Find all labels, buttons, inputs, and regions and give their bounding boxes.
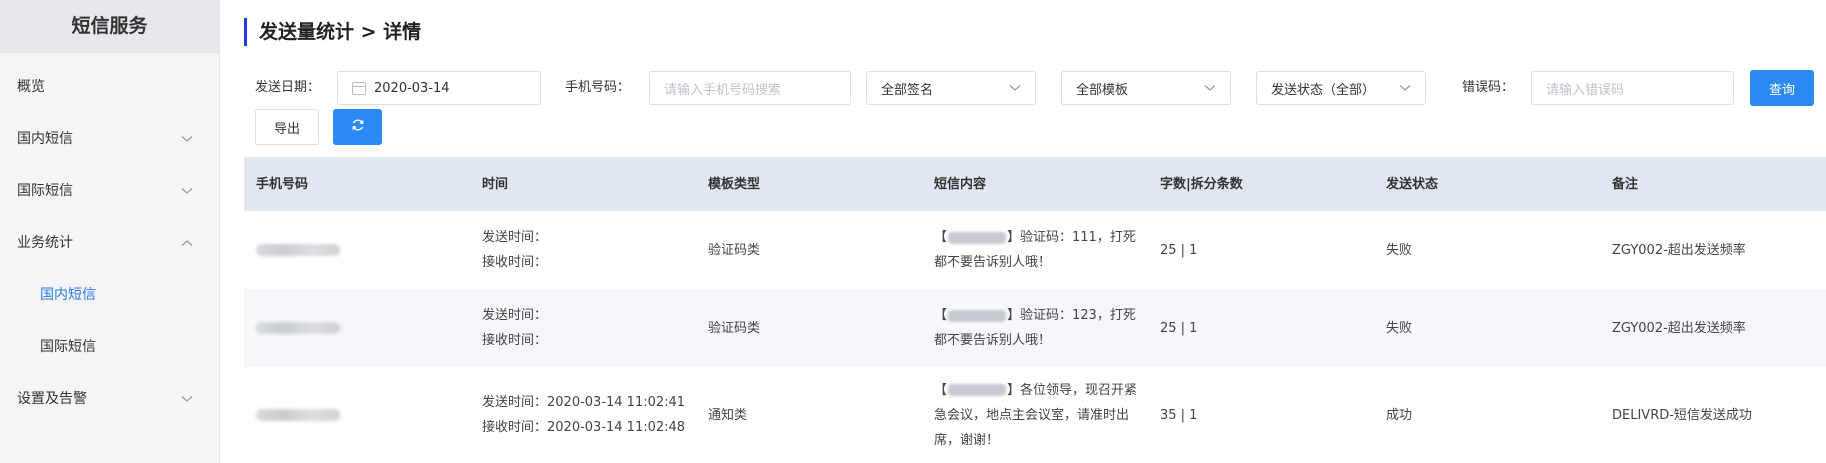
chevron-down-icon: [181, 165, 193, 217]
send-time: 发送时间：2020-03-14 11:02:41: [482, 395, 686, 410]
sidebar-item-settings-alerts[interactable]: 设置及告警: [0, 373, 219, 425]
error-code-placeholder: 请输入错误码: [1546, 82, 1625, 98]
redacted-phone: [256, 244, 340, 256]
redacted-signature: [948, 384, 1007, 396]
receive-time: 接收时间：2020-03-14 11:02:48: [482, 420, 686, 435]
sidebar: 短信服务 概览 国内短信 国际短信 业务统计 国内短信 国际短信 设置及告警: [0, 0, 220, 463]
chevron-down-icon: [1009, 72, 1021, 104]
phone-cell: [244, 238, 470, 263]
count-cell: 35 | 1: [1160, 407, 1198, 423]
col-header-note: 备注: [1612, 176, 1639, 192]
phone-cell: [244, 316, 470, 341]
col-header-time: 时间: [482, 176, 509, 192]
redacted-phone: [256, 322, 340, 334]
sms-detail-table: 手机号码 时间 模板类型 短信内容 字数|拆分条数 发送状态 备注 发送时间： …: [244, 157, 1826, 463]
phone-placeholder: 请输入手机号码搜索: [664, 82, 782, 98]
sidebar-item-intl-sms[interactable]: 国际短信: [0, 165, 219, 217]
chevron-up-icon: [181, 217, 193, 269]
redacted-signature: [948, 309, 1007, 322]
error-code-label: 错误码：: [1462, 80, 1515, 95]
receive-time: 接收时间：: [482, 255, 548, 270]
time-cell: 发送时间：2020-03-14 11:02:41 接收时间：2020-03-14…: [470, 390, 696, 440]
note-cell: DELIVRD-短信发送成功: [1612, 407, 1752, 423]
refresh-button[interactable]: [333, 109, 382, 145]
col-header-count: 字数|拆分条数: [1160, 176, 1243, 192]
status-value: 发送状态（全部）: [1271, 82, 1376, 98]
time-cell: 发送时间： 接收时间：: [470, 303, 696, 353]
error-code-input[interactable]: 请输入错误码: [1531, 71, 1734, 105]
sidebar-item-label: 概览: [17, 79, 45, 95]
sidebar-item-domestic-sms[interactable]: 国内短信: [0, 113, 219, 165]
col-header-template-type: 模板类型: [708, 176, 761, 192]
table-row: 发送时间：2020-03-14 11:02:41 接收时间：2020-03-14…: [244, 367, 1826, 463]
content-line: 急会议，地点主会议室，请准时出: [934, 407, 1130, 423]
phone-label: 手机号码：: [565, 80, 631, 95]
note-cell: ZGY002-超出发送频率: [1612, 242, 1746, 258]
note-cell: ZGY002-超出发送频率: [1612, 320, 1746, 336]
chevron-down-icon: [1399, 72, 1411, 104]
content-line: 都不要告诉别人哦！: [934, 255, 1052, 270]
refresh-icon: [351, 118, 365, 136]
signature-select[interactable]: 全部签名: [866, 71, 1036, 105]
template-select[interactable]: 全部模板: [1061, 71, 1231, 105]
chevron-down-icon: [181, 373, 193, 425]
sidebar-item-label: 国际短信: [17, 183, 73, 199]
content-line: 席，谢谢！: [934, 432, 1000, 448]
page-title: 发送量统计 > 详情: [244, 18, 421, 46]
col-header-content: 短信内容: [934, 176, 987, 192]
sidebar-item-label: 国内短信: [17, 131, 73, 147]
content-cell: 【 】验证码：111，打死 都不要告诉别人哦！: [922, 225, 1148, 275]
sidebar-title: 短信服务: [0, 0, 219, 53]
sidebar-subitem-intl-sms[interactable]: 国际短信: [0, 321, 219, 373]
phone-cell: [244, 403, 470, 428]
content-bracket: 【: [934, 308, 948, 323]
main-content: 发送量统计 > 详情 发送日期： 2020-03-14 手机号码： 请输入手机号…: [220, 0, 1826, 463]
template-type-cell: 通知类: [708, 407, 748, 423]
content-line: 】各位领导，现召开紧: [1007, 382, 1138, 398]
redacted-signature: [948, 231, 1007, 244]
send-time: 发送时间：: [482, 230, 548, 245]
calendar-icon: [352, 81, 366, 95]
send-time: 发送时间：: [482, 308, 548, 323]
sidebar-item-business-stats[interactable]: 业务统计: [0, 217, 219, 269]
template-type-cell: 验证码类: [708, 242, 761, 258]
content-bracket: 【: [934, 382, 948, 398]
date-value: 2020-03-14: [374, 80, 450, 96]
content-line: 】验证码：111，打死: [1007, 230, 1136, 245]
content-cell: 【 】各位领导，现召开紧 急会议，地点主会议室，请准时出 席，谢谢！: [922, 378, 1148, 453]
content-bracket: 【: [934, 230, 948, 245]
sidebar-subitem-domestic-sms[interactable]: 国内短信: [0, 269, 219, 321]
col-header-phone: 手机号码: [256, 176, 309, 192]
receive-time: 接收时间：: [482, 333, 548, 348]
export-button[interactable]: 导出: [255, 109, 319, 145]
content-cell: 【 】验证码：123，打死 都不要告诉别人哦！: [922, 303, 1148, 353]
query-button[interactable]: 查询: [1750, 70, 1814, 106]
sidebar-item-overview[interactable]: 概览: [0, 61, 219, 113]
content-line: 】验证码：123，打死: [1007, 308, 1136, 323]
date-picker[interactable]: 2020-03-14: [337, 71, 541, 105]
status-cell: 成功: [1386, 407, 1413, 423]
sidebar-item-label: 业务统计: [17, 235, 73, 251]
count-cell: 25 | 1: [1160, 320, 1198, 336]
status-cell: 失败: [1386, 320, 1413, 336]
col-header-status: 发送状态: [1386, 176, 1439, 192]
template-value: 全部模板: [1076, 82, 1129, 98]
status-select[interactable]: 发送状态（全部）: [1256, 71, 1426, 105]
chevron-down-icon: [181, 113, 193, 165]
chevron-down-icon: [1204, 72, 1216, 104]
count-cell: 25 | 1: [1160, 242, 1198, 258]
time-cell: 发送时间： 接收时间：: [470, 225, 696, 275]
signature-value: 全部签名: [881, 82, 934, 98]
phone-input[interactable]: 请输入手机号码搜索: [649, 71, 851, 105]
table-row: 发送时间： 接收时间： 验证码类 【】验证码：123，打死 都不要告诉别人哦！ …: [244, 289, 1826, 367]
template-type-cell: 验证码类: [708, 320, 761, 336]
table-row: 发送时间： 接收时间： 验证码类 【】验证码：111，打死 都不要告诉别人哦！ …: [244, 211, 1826, 289]
content-line: 都不要告诉别人哦！: [934, 333, 1052, 348]
redacted-phone: [256, 409, 340, 421]
status-cell: 失败: [1386, 242, 1413, 258]
sidebar-item-label: 设置及告警: [17, 391, 87, 407]
date-label: 发送日期：: [255, 80, 321, 95]
table-header: 手机号码 时间 模板类型 短信内容 字数|拆分条数 发送状态 备注: [244, 157, 1826, 211]
